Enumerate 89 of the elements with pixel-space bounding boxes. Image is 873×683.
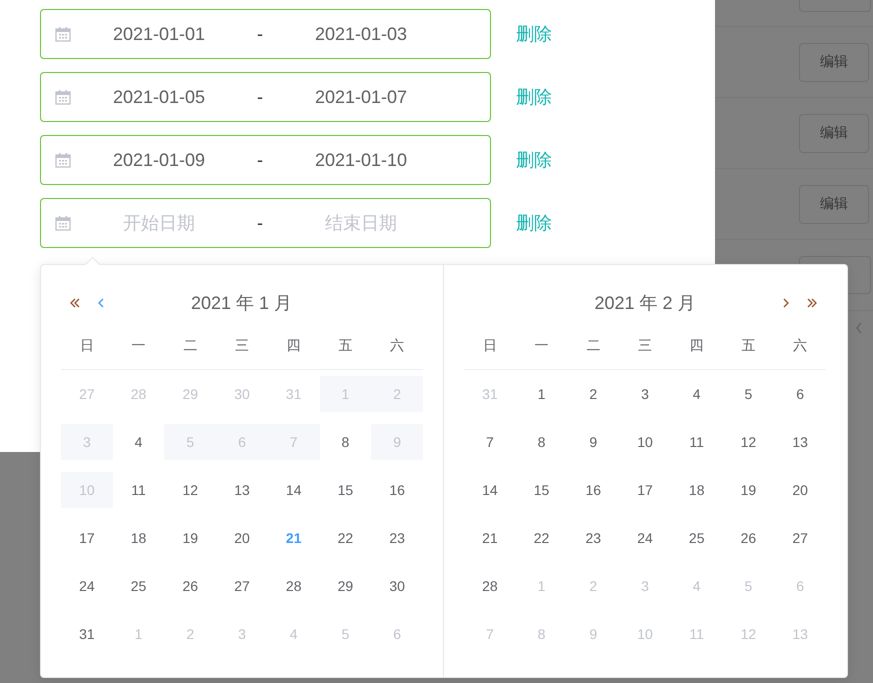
calendar-icon bbox=[55, 215, 71, 231]
day-cell[interactable]: 18 bbox=[130, 530, 146, 546]
day-cell[interactable]: 30 bbox=[389, 578, 405, 594]
day-cell[interactable]: 21 bbox=[482, 530, 498, 546]
range-separator: - bbox=[256, 24, 264, 44]
chevron-right-icon[interactable] bbox=[782, 297, 790, 309]
day-cell[interactable]: 27 bbox=[234, 578, 250, 594]
start-date-field[interactable]: 2021-01-09 bbox=[81, 150, 237, 170]
weekday-label: 五 bbox=[741, 337, 756, 355]
day-cell[interactable]: 27 bbox=[792, 530, 808, 546]
weekday-label: 一 bbox=[132, 337, 146, 355]
calendar-icon bbox=[55, 89, 71, 105]
day-cell[interactable]: 10 bbox=[637, 434, 653, 450]
weekday-label: 三 bbox=[638, 337, 652, 355]
edit-button[interactable]: 编辑 bbox=[799, 114, 869, 152]
weekday-label: 日 bbox=[80, 337, 94, 355]
day-cell[interactable]: 13 bbox=[234, 482, 250, 498]
day-cell[interactable]: 5 bbox=[744, 386, 752, 402]
day-cell[interactable]: 26 bbox=[182, 578, 198, 594]
chevron-left-icon[interactable] bbox=[97, 297, 105, 309]
day-cell[interactable]: 17 bbox=[637, 482, 653, 498]
day-cell[interactable]: 23 bbox=[585, 530, 602, 546]
day-cell[interactable]: 22 bbox=[338, 530, 354, 546]
end-date-field[interactable]: 2021-01-07 bbox=[283, 86, 439, 108]
day-cell[interactable]: 11 bbox=[689, 434, 704, 450]
day-cell[interactable]: 22 bbox=[534, 530, 550, 546]
edit-button[interactable]: 编辑 bbox=[799, 42, 869, 82]
double-chevron-right-icon[interactable] bbox=[806, 297, 818, 309]
day-cell[interactable]: 14 bbox=[286, 482, 302, 498]
weekday-label: 五 bbox=[338, 337, 352, 355]
weekday-label: 三 bbox=[234, 337, 249, 355]
day-cell[interactable]: 25 bbox=[688, 530, 704, 546]
range-separator: - bbox=[256, 150, 264, 170]
end-date-field[interactable]: 2021-01-03 bbox=[283, 24, 439, 44]
day-cell[interactable]: 17 bbox=[79, 530, 95, 546]
day-cell[interactable]: 11 bbox=[131, 482, 146, 498]
day-cell[interactable]: 15 bbox=[534, 482, 550, 498]
day-cell[interactable]: 3 bbox=[641, 386, 649, 402]
day-cell[interactable]: 25 bbox=[130, 578, 146, 594]
day-cell[interactable]: 1 bbox=[538, 386, 546, 402]
edit-button[interactable]: 编辑 bbox=[799, 184, 869, 224]
day-cell[interactable]: 4 bbox=[134, 434, 142, 450]
day-cell[interactable]: 9 bbox=[589, 434, 598, 450]
day-cell[interactable]: 16 bbox=[389, 482, 405, 498]
day-cell[interactable]: 31 bbox=[79, 626, 95, 642]
day-cell[interactable]: 7 bbox=[486, 434, 494, 450]
end-date-field[interactable]: 结束日期 bbox=[283, 212, 439, 234]
day-cell[interactable]: 28 bbox=[482, 578, 498, 594]
day-cell[interactable]: 16 bbox=[585, 482, 602, 498]
end-date-field[interactable]: 2021-01-10 bbox=[283, 150, 439, 170]
day-cell[interactable]: 23 bbox=[389, 530, 405, 546]
day-cell[interactable]: 8 bbox=[538, 434, 546, 450]
day-cell[interactable]: 20 bbox=[792, 482, 808, 498]
day-cell[interactable]: 24 bbox=[79, 578, 95, 594]
day-cell[interactable]: 13 bbox=[792, 434, 808, 450]
day-cell[interactable]: 12 bbox=[740, 434, 756, 450]
weekday-label: 一 bbox=[534, 337, 549, 355]
month-title: 2021 年 2 月 bbox=[594, 292, 696, 315]
double-chevron-left-icon[interactable] bbox=[69, 297, 81, 309]
day-cell[interactable]: 2 bbox=[589, 386, 598, 402]
day-cell[interactable]: 28 bbox=[286, 578, 302, 594]
range-separator: - bbox=[256, 86, 264, 108]
day-cell[interactable]: 19 bbox=[740, 482, 756, 498]
calendar-icon bbox=[55, 26, 71, 42]
day-cell[interactable]: 15 bbox=[338, 482, 354, 498]
weekday-label: 六 bbox=[390, 337, 404, 355]
weekday-label: 六 bbox=[793, 337, 808, 355]
day-cell[interactable]: 20 bbox=[234, 530, 250, 546]
day-cell[interactable]: 4 bbox=[692, 386, 701, 402]
day-cell[interactable]: 19 bbox=[182, 530, 198, 546]
day-cell[interactable]: 18 bbox=[688, 482, 704, 498]
day-cell[interactable]: 24 bbox=[637, 530, 653, 546]
day-cell[interactable]: 29 bbox=[338, 578, 354, 594]
day-cell[interactable]: 26 bbox=[740, 530, 756, 546]
start-date-field[interactable]: 2021-01-05 bbox=[81, 86, 237, 108]
calendar-icon bbox=[55, 152, 71, 168]
weekday-label: 二 bbox=[586, 337, 600, 355]
day-cell[interactable]: 14 bbox=[482, 482, 498, 498]
day-cell[interactable]: 8 bbox=[342, 434, 350, 450]
start-date-field[interactable]: 2021-01-01 bbox=[81, 24, 237, 44]
start-date-field[interactable]: 开始日期 bbox=[81, 212, 237, 234]
weekday-label: 二 bbox=[183, 337, 198, 355]
day-cell[interactable]: 6 bbox=[796, 386, 804, 402]
weekday-label: 日 bbox=[482, 337, 497, 355]
day-cell[interactable]: 12 bbox=[182, 482, 198, 498]
range-separator: - bbox=[256, 212, 264, 234]
weekday-label: 四 bbox=[286, 337, 301, 355]
month-title: 2021 年 1 月 bbox=[190, 292, 292, 315]
weekday-label: 四 bbox=[690, 337, 704, 355]
